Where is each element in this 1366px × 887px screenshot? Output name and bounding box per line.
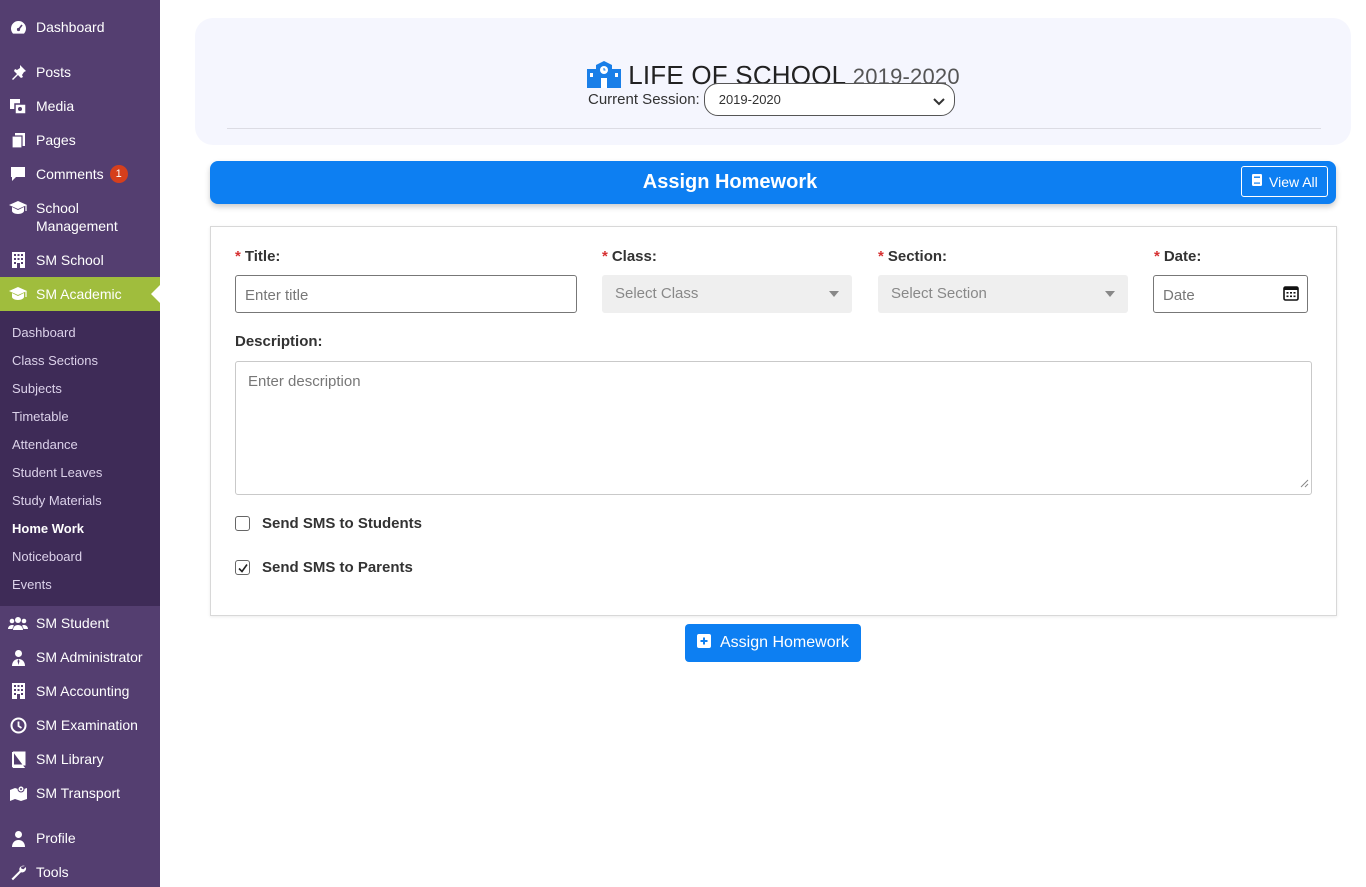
clock-icon (8, 716, 28, 734)
required-mark: * (602, 248, 608, 265)
submenu-item-home-work[interactable]: Home Work (12, 521, 84, 536)
section-title: Assign Homework (642, 171, 818, 193)
admin-sidebar: Dashboard Posts Media Pages Comments 1 Sc… (0, 0, 160, 887)
view-all-label: View All (1269, 173, 1318, 190)
comment-count-badge: 1 (109, 165, 128, 183)
session-value: 2019-2020 (718, 91, 781, 107)
chevron-down-icon (933, 94, 945, 109)
date-label: * Date: (1154, 248, 1202, 265)
submenu-item-class-sections[interactable]: Class Sections (12, 353, 98, 368)
comment-icon (8, 165, 28, 183)
date-input[interactable]: Date (1153, 275, 1308, 313)
graduation-cap-icon (8, 285, 28, 303)
book-icon (8, 750, 28, 768)
class-placeholder: Select Class (615, 285, 699, 302)
submenu-item-noticeboard[interactable]: Noticeboard (12, 549, 82, 564)
plus-square-icon (697, 633, 711, 653)
sidebar-item-label: Media (36, 98, 75, 114)
sms-parents-label: Send SMS to Parents (262, 559, 413, 576)
title-label: * Title: (235, 248, 281, 265)
academic-submenu: Dashboard Class Sections Subjects Timeta… (0, 311, 160, 606)
view-all-button[interactable]: View All (1241, 166, 1328, 197)
description-placeholder: Enter description (248, 373, 361, 390)
submenu-item-student-leaves[interactable]: Student Leaves (12, 465, 102, 480)
dashboard-icon (8, 18, 28, 36)
building-icon (8, 251, 28, 269)
resize-handle-icon[interactable] (1300, 475, 1309, 492)
sidebar-item-label: SM Student (36, 615, 110, 631)
title-input[interactable]: Enter title (235, 275, 577, 313)
sms-students-label: Send SMS to Students (262, 515, 423, 532)
pages-icon (8, 131, 28, 149)
submenu-item-timetable[interactable]: Timetable (12, 409, 69, 424)
pin-icon (8, 63, 28, 81)
sidebar-item-label: SM Examination (36, 717, 138, 733)
description-label: Description: (235, 333, 323, 350)
header-divider (227, 128, 1321, 129)
wrench-icon (8, 863, 28, 881)
section-placeholder: Select Section (891, 285, 987, 302)
class-select[interactable]: Select Class (602, 275, 852, 313)
sms-parents-row: Send SMS to Parents (235, 559, 413, 576)
assign-homework-label: Assign Homework (720, 634, 849, 651)
graduation-cap-icon (8, 199, 28, 217)
section-header-bar: Assign Homework View All (210, 161, 1336, 204)
school-header: LIFE OF SCHOOL 2019-2020 Current Session… (195, 18, 1351, 145)
session-select[interactable]: 2019-2020 (703, 82, 955, 116)
sms-students-row: Send SMS to Students (235, 515, 422, 532)
section-label: * Section: (878, 248, 948, 265)
caret-down-icon (1105, 291, 1115, 297)
map-icon (8, 784, 28, 802)
sidebar-item-label: SM Accounting (36, 683, 130, 699)
sidebar-item-label: Comments (36, 166, 104, 182)
submenu-item-attendance[interactable]: Attendance (12, 437, 78, 452)
submenu-item-study-materials[interactable]: Study Materials (12, 493, 102, 508)
building-icon (8, 682, 28, 700)
book-icon (1251, 173, 1263, 190)
section-select[interactable]: Select Section (878, 275, 1128, 313)
assign-homework-button[interactable]: Assign Homework (685, 624, 861, 662)
sidebar-item-label: Pages (36, 132, 76, 148)
caret-down-icon (829, 291, 839, 297)
sidebar-item-sm-academic[interactable]: SM Academic (0, 277, 160, 311)
required-mark: * (878, 248, 884, 265)
sms-students-checkbox[interactable] (235, 516, 250, 531)
session-label: Current Session: (588, 90, 700, 108)
submenu-item-dashboard[interactable]: Dashboard (12, 325, 76, 340)
sidebar-item-label: Posts (36, 64, 72, 80)
sidebar-item-label: Profile (36, 830, 76, 846)
session-row: Current Session: 2019-2020 (588, 82, 955, 116)
submenu-item-events[interactable]: Events (12, 577, 52, 592)
date-placeholder: Date (1163, 287, 1195, 304)
homework-form: * Title: * Class: * Section: * Date: Enter t… (210, 226, 1337, 616)
required-mark: * (1154, 248, 1160, 265)
sidebar-item-label: Tools (36, 864, 69, 880)
media-icon (8, 97, 28, 115)
user-tie-icon (8, 648, 28, 666)
sidebar-item-label: SM School (36, 252, 104, 268)
sms-parents-checkbox[interactable] (235, 560, 250, 575)
users-icon (8, 614, 28, 632)
required-mark: * (235, 248, 241, 265)
sidebar-item-label: Dashboard (36, 19, 105, 35)
user-icon (8, 829, 28, 847)
sidebar-item-label: SM Academic (36, 286, 122, 302)
sidebar-item-label: SM Library (36, 751, 104, 767)
sidebar-item-dashboard[interactable]: Dashboard (0, 18, 160, 36)
sidebar-item-label: School Management (36, 200, 118, 234)
description-textarea[interactable]: Enter description (235, 361, 1312, 495)
calendar-icon[interactable] (1283, 285, 1299, 305)
sidebar-item-label: SM Transport (36, 785, 121, 801)
submenu-item-subjects[interactable]: Subjects (12, 381, 62, 396)
class-label: * Class: (602, 248, 657, 265)
sidebar-item-label: SM Administrator (36, 649, 143, 665)
check-icon (238, 564, 248, 573)
title-placeholder: Enter title (245, 287, 309, 304)
